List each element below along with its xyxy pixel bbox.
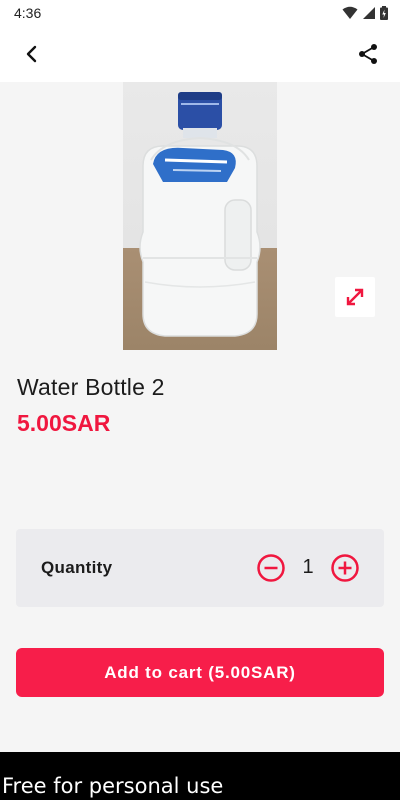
product-image[interactable] (123, 82, 277, 350)
wifi-icon (342, 6, 358, 19)
status-time: 4:36 (14, 5, 42, 21)
quantity-card: Quantity 1 (16, 529, 384, 607)
product-name: Water Bottle 2 (17, 374, 165, 400)
expand-image-button[interactable] (335, 277, 375, 317)
footer-banner: Free for personal use (0, 752, 400, 800)
increase-quantity-button[interactable] (330, 553, 360, 583)
footer-text: Free for personal use (2, 774, 224, 798)
share-icon (359, 44, 377, 64)
app-bar (0, 26, 400, 82)
quantity-value: 1 (302, 556, 314, 578)
share-button[interactable] (352, 38, 384, 70)
minus-circle-icon (257, 554, 285, 582)
chevron-left-icon (26, 45, 37, 63)
battery-icon (380, 6, 388, 20)
signal-icon (363, 7, 375, 19)
water-bottle-illustration (139, 92, 261, 337)
expand-icon (346, 288, 364, 306)
decrease-quantity-button[interactable] (256, 553, 286, 583)
plus-circle-icon (331, 554, 359, 582)
product-price: 5.00SAR (17, 410, 111, 436)
back-button[interactable] (16, 38, 48, 70)
add-to-cart-button[interactable]: Add to cart (5.00SAR) (16, 648, 384, 697)
quantity-label: Quantity (41, 558, 113, 577)
status-icons (342, 6, 388, 20)
status-bar: 4:36 (0, 0, 400, 26)
